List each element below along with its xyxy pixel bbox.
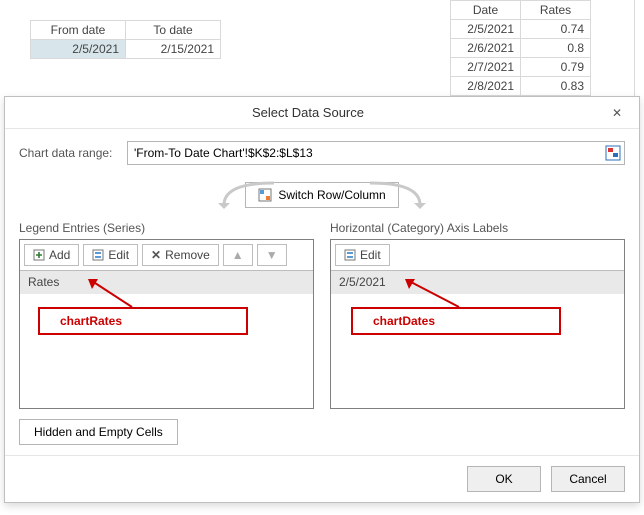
move-down-button[interactable]: ▼ — [257, 244, 287, 266]
legend-list-item[interactable]: Rates — [20, 271, 313, 294]
dialog-title: Select Data Source — [13, 105, 603, 120]
add-icon — [33, 249, 45, 261]
cancel-button[interactable]: Cancel — [551, 466, 625, 492]
select-data-source-dialog: Select Data Source ✕ Chart data range: — [4, 96, 640, 503]
remove-series-button[interactable]: ✕ Remove — [142, 244, 219, 266]
dialog-titlebar: Select Data Source ✕ — [5, 97, 639, 129]
range-input-wrap — [127, 141, 625, 165]
remove-label: Remove — [165, 248, 210, 262]
table-cell[interactable]: 0.8 — [521, 39, 591, 58]
close-icon: ✕ — [612, 106, 622, 120]
edit-icon — [92, 249, 104, 261]
ok-button[interactable]: OK — [467, 466, 541, 492]
annotation-arrow-icon — [403, 277, 463, 311]
legend-toolbar: Add Edit ✕ Remove ▲ — [20, 240, 313, 271]
annotation-chart-dates: chartDates — [351, 307, 561, 335]
legend-caption: Legend Entries (Series) — [19, 221, 314, 235]
axis-labels-panel: Horizontal (Category) Axis Labels Edit 2… — [330, 221, 625, 409]
axis-toolbar: Edit — [331, 240, 624, 271]
chart-data-range-input[interactable] — [128, 142, 602, 164]
edit-label: Edit — [360, 248, 381, 262]
axis-list-item[interactable]: 2/5/2021 — [331, 271, 624, 294]
table-cell[interactable]: 0.79 — [521, 58, 591, 77]
add-series-button[interactable]: Add — [24, 244, 79, 266]
table-cell[interactable]: 0.83 — [521, 77, 591, 96]
table-cell[interactable]: 2/8/2021 — [451, 77, 521, 96]
edit-series-button[interactable]: Edit — [83, 244, 138, 266]
chevron-up-icon: ▲ — [232, 248, 244, 262]
range-selector-button[interactable] — [602, 142, 624, 164]
hidden-empty-cells-button[interactable]: Hidden and Empty Cells — [19, 419, 178, 445]
axis-caption: Horizontal (Category) Axis Labels — [330, 221, 625, 235]
rates-header[interactable]: Rates — [521, 1, 591, 20]
annotation-chart-rates: chartRates — [38, 307, 248, 335]
annotation-arrow-icon — [86, 277, 136, 311]
chevron-down-icon: ▼ — [266, 248, 278, 262]
add-label: Add — [49, 248, 70, 262]
move-up-button[interactable]: ▲ — [223, 244, 253, 266]
table-cell[interactable]: 2/5/2021 — [451, 20, 521, 39]
edit-label: Edit — [108, 248, 129, 262]
arrow-left-icon — [214, 181, 284, 209]
table-cell[interactable]: 2/7/2021 — [451, 58, 521, 77]
from-to-table[interactable]: From date To date 2/5/2021 2/15/2021 — [30, 20, 221, 59]
from-date-cell[interactable]: 2/5/2021 — [31, 40, 126, 59]
edit-icon — [344, 249, 356, 261]
range-selector-icon — [605, 145, 621, 161]
table-cell[interactable]: 2/6/2021 — [451, 39, 521, 58]
dialog-footer: OK Cancel — [5, 455, 639, 502]
spreadsheet-background: From date To date 2/5/2021 2/15/2021 Dat… — [0, 0, 644, 110]
partial-column — [634, 0, 644, 100]
to-date-header[interactable]: To date — [126, 21, 221, 40]
axis-list[interactable]: 2/5/2021 chartDates — [331, 271, 624, 408]
edit-axis-button[interactable]: Edit — [335, 244, 390, 266]
legend-list[interactable]: Rates chartRates — [20, 271, 313, 408]
table-cell[interactable]: 0.74 — [521, 20, 591, 39]
legend-entries-panel: Legend Entries (Series) Add Edit ✕ — [19, 221, 314, 409]
from-date-header[interactable]: From date — [31, 21, 126, 40]
date-rates-table[interactable]: Date Rates 2/5/20210.74 2/6/20210.8 2/7/… — [450, 0, 591, 96]
close-button[interactable]: ✕ — [603, 99, 631, 127]
to-date-cell[interactable]: 2/15/2021 — [126, 40, 221, 59]
date-header[interactable]: Date — [451, 1, 521, 20]
range-label: Chart data range: — [19, 146, 117, 160]
remove-icon: ✕ — [151, 248, 161, 262]
arrow-right-icon — [360, 181, 430, 209]
